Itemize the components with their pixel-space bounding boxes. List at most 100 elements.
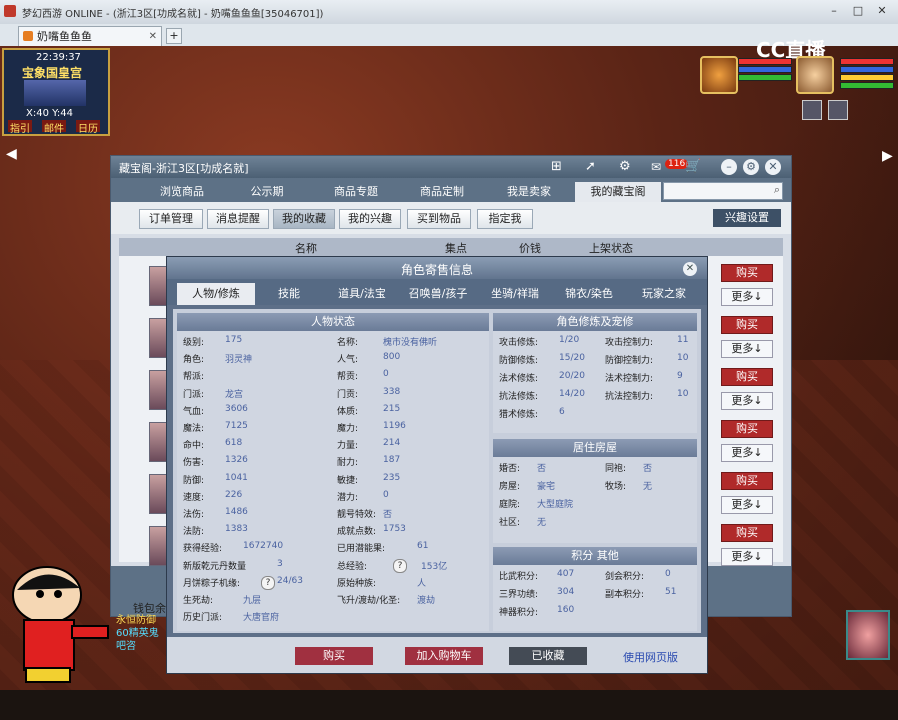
buy-button[interactable]: 购买 xyxy=(721,420,773,438)
collected-button[interactable]: 已收藏 xyxy=(509,647,587,665)
info-label: 剑会积分: xyxy=(605,572,645,582)
tab-character[interactable]: 人物/修炼 xyxy=(177,283,255,305)
message-icon[interactable]: ✉ xyxy=(651,160,661,174)
more-button[interactable]: 更多↓ xyxy=(721,444,773,462)
add-to-cart-button[interactable]: 加入购物车 xyxy=(405,647,483,665)
tab-summons[interactable]: 召唤兽/孩子 xyxy=(399,283,477,305)
info-value: 10 xyxy=(677,353,689,363)
stat-value: 槐市没有佛听 xyxy=(383,338,438,348)
stat-value: 1196 xyxy=(383,421,406,431)
help-icon[interactable]: ? xyxy=(261,575,275,590)
col-status: 上架状态 xyxy=(589,242,633,255)
col-name: 名称 xyxy=(295,242,317,255)
stat-value: 龙宫 xyxy=(225,389,244,400)
coordinates: X:40 Y:44 xyxy=(26,108,73,119)
minimize-icon[interactable]: – xyxy=(826,4,842,18)
search-input[interactable]: ⌕ xyxy=(663,182,783,200)
dialog-close-icon[interactable]: ✕ xyxy=(683,262,697,276)
stat-value: 226 xyxy=(225,489,243,500)
info-value: 407 xyxy=(557,569,575,579)
settings-icon[interactable] xyxy=(802,100,822,120)
info-value: 160 xyxy=(557,605,575,615)
stat-label: 原始种族: xyxy=(337,578,377,589)
calendar-button[interactable]: 日历 xyxy=(76,120,100,135)
gear-icon[interactable]: ⚙ xyxy=(619,159,631,174)
info-label: 庭院: xyxy=(499,500,521,510)
maximize-icon[interactable]: □ xyxy=(850,4,866,18)
tab-player-home[interactable]: 玩家之家 xyxy=(627,283,701,305)
stat-label: 月饼粽子机缘: xyxy=(183,578,241,589)
close-icon[interactable]: ✕ xyxy=(874,4,890,18)
stat-label: 耐力: xyxy=(337,458,359,469)
tab-public-period[interactable]: 公示期 xyxy=(227,182,307,202)
tab-costumes[interactable]: 锦衣/染色 xyxy=(553,283,625,305)
interest-settings-button[interactable]: 兴趣设置 xyxy=(713,209,781,227)
new-tab-button[interactable]: + xyxy=(166,28,182,44)
stat-value: 1041 xyxy=(225,472,248,483)
more-button[interactable]: 更多↓ xyxy=(721,496,773,514)
stat-label: 获得经验: xyxy=(183,544,223,555)
tab-skills[interactable]: 技能 xyxy=(259,283,319,305)
player-sp-bar xyxy=(840,74,894,81)
stat-label: 已用潜能果: xyxy=(337,544,386,555)
tab-bought-items[interactable]: 买到物品 xyxy=(407,209,471,229)
buy-role-button[interactable]: 购买 xyxy=(295,647,373,665)
npc-avatar[interactable] xyxy=(846,610,890,660)
share-icon[interactable]: ➚ xyxy=(585,159,596,174)
info-value: 大型庭院 xyxy=(537,500,574,510)
info-label: 同袍: xyxy=(605,464,627,474)
more-button[interactable]: 更多↓ xyxy=(721,392,773,410)
wallet-icon[interactable]: ⊞ xyxy=(551,159,562,174)
tab-my-favorites[interactable]: 我的收藏 xyxy=(273,209,335,229)
stat-label: 气血: xyxy=(183,406,205,417)
info-label: 防御修炼: xyxy=(499,356,539,366)
minimap[interactable] xyxy=(24,80,86,106)
dialog-tabs: 人物/修炼 技能 道具/法宝 召唤兽/孩子 坐骑/祥瑞 锦衣/染色 玩家之家 xyxy=(167,279,707,305)
browser-tab[interactable]: 奶嘴鱼鱼鱼 ✕ xyxy=(18,26,162,46)
buy-button[interactable]: 购买 xyxy=(721,472,773,490)
close-window-icon[interactable]: ✕ xyxy=(765,159,781,175)
info-label: 防御控制力: xyxy=(605,356,654,366)
buy-button[interactable]: 购买 xyxy=(721,368,773,386)
scroll-left-icon[interactable]: ◀ xyxy=(6,146,17,162)
settings-window-icon[interactable]: ⚙ xyxy=(743,159,759,175)
mail-button[interactable]: 邮件 xyxy=(42,120,66,135)
cultivation-panel: 角色修炼及宠修 攻击修炼: 1/20 攻击控制力: 11 防御修炼: 15/20 防御控制力… xyxy=(493,313,697,433)
stat-value: 渡劫 xyxy=(417,596,436,606)
help-icon[interactable]: ? xyxy=(393,558,407,573)
tab-browse[interactable]: 浏览商品 xyxy=(137,182,227,202)
buy-button[interactable]: 购买 xyxy=(721,264,773,282)
tab-custom[interactable]: 商品定制 xyxy=(401,182,483,202)
tab-message-reminder[interactable]: 消息提醒 xyxy=(207,209,269,229)
stat-value: 羽灵神 xyxy=(225,355,253,366)
info-value: 无 xyxy=(537,518,547,528)
minimize-window-icon[interactable]: – xyxy=(721,159,737,175)
tab-items[interactable]: 道具/法宝 xyxy=(327,283,397,305)
web-version-link[interactable]: 使用网页版 xyxy=(623,649,678,665)
info-value: 否 xyxy=(537,464,547,474)
stat-label: 潜力: xyxy=(337,492,359,503)
tab-my-pavilion[interactable]: 我的藏宝阁 xyxy=(575,182,661,202)
tab-designated-me[interactable]: 指定我 xyxy=(477,209,533,229)
stat-label: 靓号特效: xyxy=(337,510,377,520)
player-avatar[interactable] xyxy=(796,56,834,94)
tab-my-interests[interactable]: 我的兴趣 xyxy=(339,209,401,229)
tab-order-manage[interactable]: 订单管理 xyxy=(139,209,203,229)
buy-button[interactable]: 购买 xyxy=(721,316,773,334)
stat-value: 3 xyxy=(277,558,283,569)
window-header: 藏宝阁-浙江3区[功成名就] ⊞ ➚ ⚙ ✉ 116 🛒 – ⚙ ✕ xyxy=(111,156,791,178)
buy-button[interactable]: 购买 xyxy=(721,524,773,542)
tab-seller[interactable]: 我是卖家 xyxy=(489,182,569,202)
tab-close-icon[interactable]: ✕ xyxy=(149,27,157,47)
more-button[interactable]: 更多↓ xyxy=(721,340,773,358)
search-icon[interactable]: ⌕ xyxy=(774,183,780,197)
more-button[interactable]: 更多↓ xyxy=(721,288,773,306)
more-button[interactable]: 更多↓ xyxy=(721,548,773,566)
guide-button[interactable]: 指引 xyxy=(8,120,32,135)
tab-mounts[interactable]: 坐骑/祥瑞 xyxy=(479,283,551,305)
cart-icon[interactable]: 🛒 xyxy=(685,159,701,174)
moon-icon[interactable] xyxy=(828,100,848,120)
tab-topics[interactable]: 商品专题 xyxy=(315,182,397,202)
pet-avatar[interactable] xyxy=(700,56,738,94)
scroll-right-icon[interactable]: ▶ xyxy=(882,148,893,164)
